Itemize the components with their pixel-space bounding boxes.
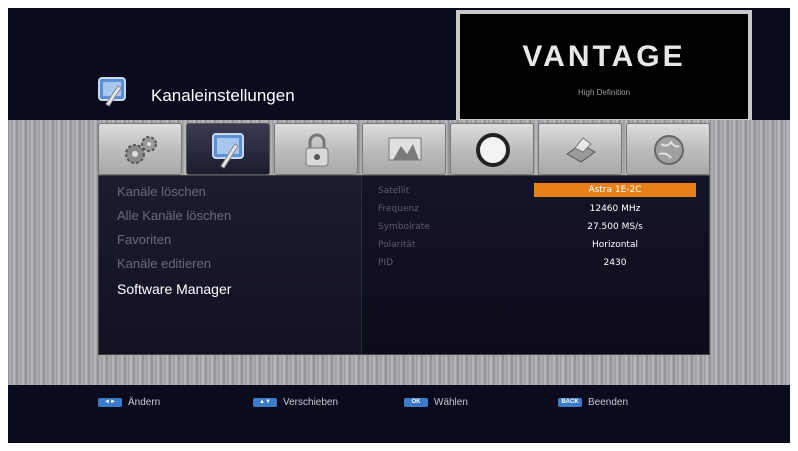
hint-exit-label: Beenden — [588, 397, 629, 408]
hint-exit[interactable]: BACK Beenden — [558, 397, 628, 408]
hint-move[interactable]: ▲▼ Verschieben — [253, 397, 338, 408]
page-title: Kanaleinstellungen — [151, 86, 295, 105]
frequency-label: Frequenz — [378, 204, 419, 214]
menu-item-edit-channels[interactable]: Kanäle editieren — [117, 256, 211, 271]
printer-icon — [566, 137, 596, 163]
satellite-label: Satellit — [378, 186, 410, 196]
polarity-value: Horizontal — [592, 240, 638, 250]
disc-icon — [476, 133, 510, 167]
footer-hints: ◄► Ändern ▲▼ Verschieben OK Wählen BACK … — [8, 385, 790, 443]
pid-value: 2430 — [603, 258, 627, 268]
frequency-value: 12460 MHz — [589, 204, 641, 214]
menu-item-favorites[interactable]: Favoriten — [117, 232, 171, 247]
signal-info: Satellit Astra 1E-2C Frequenz 12460 MHz … — [362, 176, 709, 354]
globe-icon — [654, 135, 684, 165]
left-right-key-icon: ◄► — [98, 398, 122, 407]
top-bar: Kanaleinstellungen VANTAGE High Definiti… — [8, 8, 790, 123]
lock-icon — [305, 133, 329, 167]
back-key-icon: BACK — [558, 398, 582, 407]
polarity-label: Polarität — [378, 240, 416, 250]
tab-system[interactable] — [538, 123, 622, 175]
menu-item-delete-channels[interactable]: Kanäle löschen — [117, 184, 206, 199]
brand-subtitle: High Definition — [577, 88, 631, 97]
screen: Kanaleinstellungen VANTAGE High Definiti… — [8, 8, 790, 443]
tab-general[interactable] — [98, 123, 182, 175]
menu-item-software-manager[interactable]: Software Manager — [117, 281, 231, 297]
symbolrate-value: 27.500 MS/s — [587, 222, 643, 232]
hint-move-label: Verschieben — [283, 397, 339, 408]
video-preview: VANTAGE High Definition — [456, 10, 752, 123]
tab-channel-settings[interactable] — [186, 123, 270, 175]
tab-parental-lock[interactable] — [274, 123, 358, 175]
channel-settings-icon — [212, 133, 244, 169]
satellite-value[interactable]: Astra 1E-2C — [534, 183, 696, 197]
ok-key-icon: OK — [404, 398, 428, 407]
brand-logo: VANTAGE — [522, 40, 686, 73]
hint-select-label: Wählen — [434, 397, 468, 408]
menu-list: Kanäle löschen Alle Kanäle löschen Favor… — [99, 176, 362, 354]
up-down-key-icon: ▲▼ — [253, 398, 277, 407]
tab-media[interactable] — [450, 123, 534, 175]
hint-change[interactable]: ◄► Ändern — [98, 397, 160, 408]
menu-item-delete-all-channels[interactable]: Alle Kanäle löschen — [117, 208, 231, 223]
pid-label: PID — [378, 258, 394, 268]
main-panel: Kanäle löschen Alle Kanäle löschen Favor… — [98, 175, 710, 355]
hint-select[interactable]: OK Wählen — [404, 397, 468, 408]
gears-icon — [125, 136, 157, 164]
satellite-dish-icon — [388, 137, 422, 161]
settings-tools-icon — [98, 77, 126, 107]
tab-installation[interactable] — [362, 123, 446, 175]
hint-change-label: Ändern — [128, 397, 161, 408]
symbolrate-label: Symbolrate — [378, 222, 430, 232]
tab-bar — [98, 123, 710, 175]
tab-network[interactable] — [626, 123, 710, 175]
